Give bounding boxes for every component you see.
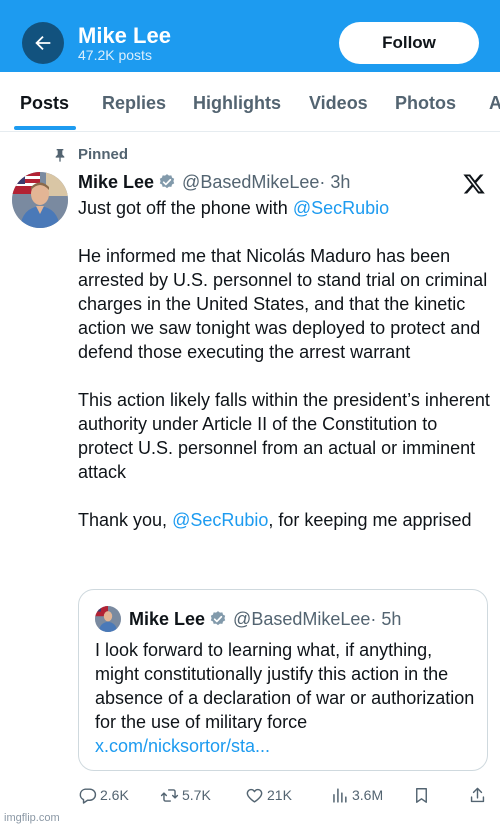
pin-icon (55, 148, 65, 162)
arrow-left-icon (35, 35, 51, 51)
tweet-text-segment: Thank you, (78, 510, 173, 530)
tweet-paragraph: He informed me that Nicolás Maduro has b… (78, 246, 488, 362)
quoted-tweet[interactable]: Mike Lee @BasedMikeLee · 5h I look forwa… (78, 589, 488, 771)
pinned-indicator: Pinned (52, 146, 128, 163)
profile-header: Mike Lee 47.2K posts Follow (0, 0, 500, 72)
follow-button[interactable]: Follow (339, 22, 479, 64)
like-button[interactable]: 21K (245, 783, 292, 807)
quoted-tweet-header: Mike Lee @BasedMikeLee · 5h (129, 607, 401, 631)
back-button[interactable] (22, 22, 64, 64)
repost-count: 5.7K (182, 787, 211, 803)
view-count: 3.6M (352, 787, 384, 803)
tweet-actions: 2.6K 5.7K 21K 3.6M (0, 783, 500, 807)
avatar-photo (95, 606, 121, 632)
tweet-paragraph: Just got off the phone with @SecRubio (78, 196, 493, 220)
verified-badge-icon (159, 174, 175, 189)
views-button[interactable]: 3.6M (330, 783, 383, 807)
like-count: 21K (267, 787, 292, 803)
share-button[interactable] (468, 783, 490, 807)
quoted-author-name: Mike Lee (129, 609, 206, 629)
author-handle[interactable]: @BasedMikeLee (182, 171, 319, 193)
tweet-time[interactable]: · 3h (319, 171, 350, 193)
quoted-tweet-text: I look forward to learning what, if anyt… (95, 638, 480, 758)
avatar[interactable] (12, 172, 68, 228)
tweet-text-segment: Just got off the phone with (78, 198, 293, 218)
tab-highlights[interactable]: Highlights (193, 92, 281, 114)
post-count: 47.2K posts (78, 47, 152, 63)
tab-articles[interactable]: A (489, 92, 500, 114)
tab-photos[interactable]: Photos (395, 92, 456, 114)
share-icon (470, 787, 485, 802)
quoted-text: I look forward to learning what, if anyt… (95, 640, 475, 732)
mention-link[interactable]: @SecRubio (172, 510, 268, 530)
tweet-paragraph: This action likely falls within the pres… (78, 390, 490, 482)
repost-button[interactable]: 5.7K (160, 783, 211, 807)
tab-videos[interactable]: Videos (309, 92, 368, 114)
x-logo-icon (463, 174, 485, 194)
verified-badge-icon (210, 611, 226, 626)
avatar-photo (12, 172, 68, 228)
bookmark-button[interactable] (412, 783, 434, 807)
quoted-avatar (95, 606, 121, 632)
tweet-text-segment: , for keeping me apprised (268, 510, 472, 530)
tab-replies[interactable]: Replies (102, 92, 166, 114)
author-name[interactable]: Mike Lee (78, 171, 154, 193)
active-tab-indicator (14, 126, 76, 130)
repost-icon (160, 788, 179, 802)
reply-count: 2.6K (100, 787, 129, 803)
watermark: imgflip.com (4, 812, 60, 824)
reply-button[interactable]: 2.6K (78, 783, 129, 807)
tweet-text: Just got off the phone with @SecRubio He… (78, 196, 493, 532)
reply-icon (79, 787, 97, 804)
views-chart-icon (333, 787, 347, 803)
heart-icon (246, 788, 263, 803)
pinned-label: Pinned (78, 146, 129, 163)
mention-link[interactable]: @SecRubio (293, 198, 389, 218)
profile-tabs: Posts Replies Highlights Videos Photos A (0, 72, 500, 132)
quoted-tweet-time: · 5h (370, 609, 402, 629)
tab-posts[interactable]: Posts (20, 92, 69, 114)
quoted-link[interactable]: x.com/nicksortor/sta... (95, 734, 480, 758)
bookmark-icon (416, 787, 427, 803)
tweet-header: Mike Lee @BasedMikeLee · 3h (78, 171, 350, 193)
tweet-paragraph: Thank you, @SecRubio, for keeping me app… (78, 508, 493, 532)
quoted-author-handle: @BasedMikeLee (233, 609, 371, 629)
